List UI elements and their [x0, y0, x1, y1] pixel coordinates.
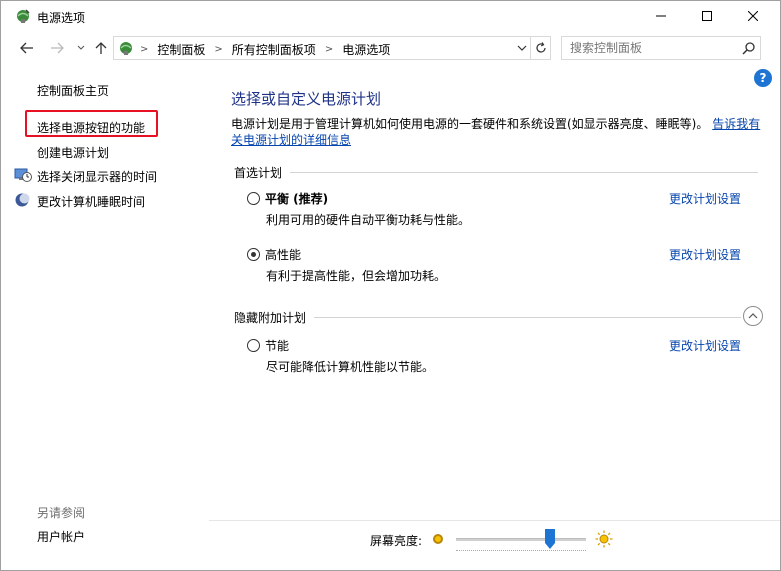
- hidden-plans-header: 隐藏附加计划: [234, 311, 307, 325]
- sleep-moon-icon: [15, 193, 30, 207]
- minimize-button[interactable]: [638, 1, 684, 31]
- search-icon[interactable]: [742, 41, 756, 55]
- breadcrumb: > 控制面板 > 所有控制面板项 > 电源选项: [140, 41, 390, 58]
- display-clock-icon: [14, 168, 32, 182]
- sidebar-item-power-button[interactable]: 选择电源按钮的功能: [37, 119, 145, 136]
- preferred-plans-header: 首选计划: [234, 166, 283, 180]
- chevron-right-icon: >: [140, 44, 149, 55]
- navigation-bar: > 控制面板 > 所有控制面板项 > 电源选项: [1, 33, 780, 63]
- page-title: 选择或自定义电源计划: [231, 90, 382, 108]
- plan-high-performance-name[interactable]: 高性能: [265, 246, 301, 263]
- sidebar-item-sleep-time[interactable]: 更改计算机睡眠时间: [37, 193, 145, 210]
- brightness-label: 屏幕亮度:: [370, 534, 423, 548]
- forward-button[interactable]: [47, 38, 67, 58]
- page-description: 电源计划是用于管理计算机如何使用电源的一套硬件和系统设置(如显示器亮度、睡眠等)…: [231, 116, 761, 148]
- power-options-window: 电源选项 > 控制面板 > 所有控制面板项 > 电源选项 搜索控制面板 控制面板…: [0, 0, 781, 571]
- close-button[interactable]: [730, 1, 776, 31]
- plan-power-saver-change-settings-link[interactable]: 更改计划设置: [669, 337, 741, 354]
- plan-balanced-name[interactable]: 平衡 (推荐): [265, 190, 328, 207]
- close-icon: [748, 11, 758, 21]
- divider: [314, 317, 741, 318]
- chevron-up-icon: [748, 313, 758, 319]
- plan-power-saver-radio[interactable]: [247, 339, 260, 352]
- control-panel-icon: [120, 42, 132, 55]
- brightness-slider-track[interactable]: [456, 538, 586, 541]
- arrow-left-icon: [20, 42, 33, 54]
- brightness-slider-ticks: [456, 550, 586, 553]
- address-dropdown-button[interactable]: [515, 41, 529, 55]
- power-options-app-icon: [17, 9, 30, 23]
- plan-balanced-description: 利用可用的硬件自动平衡功耗与性能。: [266, 213, 471, 227]
- plan-high-performance-change-settings-link[interactable]: 更改计划设置: [669, 246, 741, 263]
- chevron-down-icon: [517, 45, 527, 51]
- up-button[interactable]: [91, 38, 111, 58]
- chevron-right-icon: >: [324, 44, 334, 55]
- plan-power-saver-description: 尽可能降低计算机性能以节能。: [266, 360, 435, 374]
- recent-locations-button[interactable]: [71, 38, 91, 58]
- plan-high-performance-radio[interactable]: [247, 248, 260, 261]
- sidebar-item-user-accounts[interactable]: 用户帐户: [37, 528, 85, 545]
- sidebar-item-turn-off-display[interactable]: 选择关闭显示器的时间: [37, 168, 157, 185]
- footer-divider: [209, 520, 780, 521]
- window-title: 电源选项: [37, 11, 86, 25]
- maximize-icon: [702, 11, 712, 21]
- help-icon[interactable]: ?: [754, 69, 772, 87]
- chevron-down-icon: [77, 45, 85, 50]
- plan-high-performance-description: 有利于提高性能，但会增加功耗。: [266, 269, 447, 283]
- sidebar: 控制面板主页 选择电源按钮的功能 创建电源计划 选择关闭显示器的时间 更改计算机…: [1, 65, 207, 570]
- title-bar: 电源选项: [1, 1, 780, 31]
- sidebar-item-create-plan[interactable]: 创建电源计划: [37, 144, 109, 161]
- see-also-heading: 另请参阅: [37, 506, 86, 520]
- maximize-button[interactable]: [684, 1, 730, 31]
- plan-balanced-radio[interactable]: [247, 192, 260, 205]
- refresh-icon: [535, 42, 546, 53]
- search-box[interactable]: [561, 36, 761, 60]
- collapse-hidden-plans-button[interactable]: [743, 306, 763, 326]
- plan-power-saver-name[interactable]: 节能: [265, 337, 289, 354]
- refresh-button[interactable]: [531, 36, 551, 60]
- breadcrumb-control-panel[interactable]: 控制面板: [157, 41, 205, 58]
- search-input[interactable]: [562, 37, 732, 59]
- plan-balanced-change-settings-link[interactable]: 更改计划设置: [669, 190, 741, 207]
- sidebar-item-home[interactable]: 控制面板主页: [37, 82, 109, 99]
- learn-more-link-part1[interactable]: 告诉我有: [712, 117, 760, 131]
- back-button[interactable]: [17, 38, 37, 58]
- brightness-slider-thumb[interactable]: [544, 529, 555, 549]
- address-bar[interactable]: > 控制面板 > 所有控制面板项 > 电源选项: [113, 36, 531, 60]
- minimize-icon: [656, 15, 666, 17]
- brightness-high-icon: [595, 530, 613, 548]
- arrow-up-icon: [95, 42, 107, 54]
- brightness-low-icon: [433, 534, 443, 544]
- breadcrumb-all-items[interactable]: 所有控制面板项: [232, 41, 316, 58]
- description-text: 电源计划是用于管理计算机如何使用电源的一套硬件和系统设置(如显示器亮度、睡眠等)…: [231, 117, 709, 131]
- learn-more-link-part2[interactable]: 关电源计划的详细信息: [231, 133, 351, 147]
- arrow-right-icon: [51, 42, 64, 54]
- chevron-right-icon: >: [214, 44, 223, 55]
- divider: [290, 172, 758, 173]
- breadcrumb-power-options[interactable]: 电源选项: [342, 41, 390, 58]
